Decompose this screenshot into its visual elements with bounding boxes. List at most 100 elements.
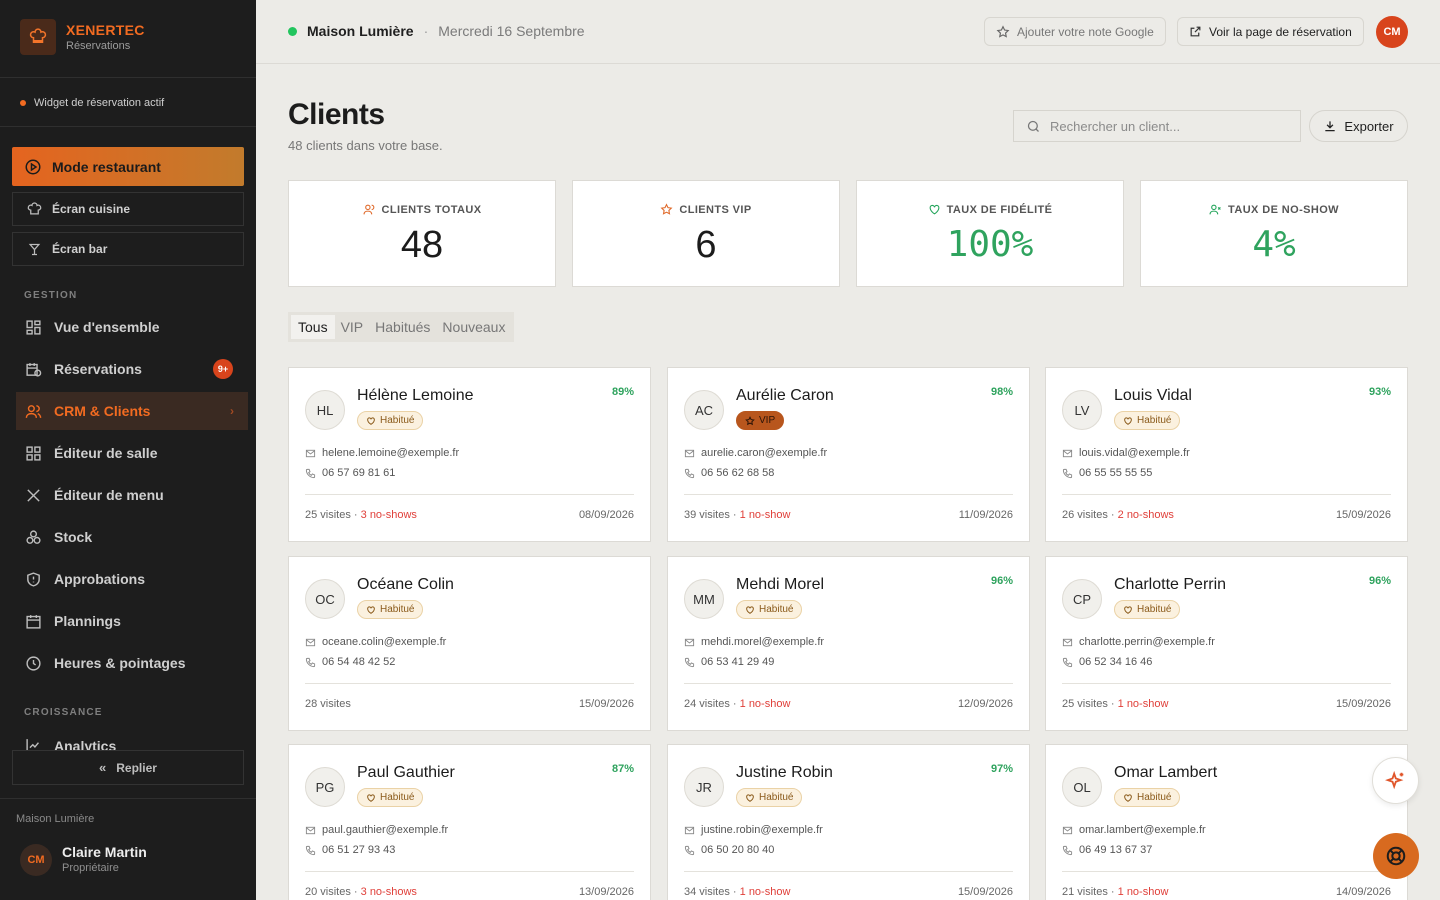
phone-icon	[1062, 468, 1073, 479]
client-email[interactable]: paul.gauthier@exemple.fr	[305, 824, 448, 836]
ecran-cuisine-button[interactable]: Écran cuisine	[12, 192, 244, 226]
client-card[interactable]: HL Hélène Lemoine 89% Habitué helene.lemoine…	[288, 367, 651, 542]
sidebar-item-editeur-salle[interactable]: Éditeur de salle	[16, 434, 248, 472]
replier-button[interactable]: « Replier	[12, 750, 244, 785]
client-phone[interactable]: 06 55 55 55 55	[1062, 467, 1152, 479]
client-phone[interactable]: 06 50 20 80 40	[684, 844, 774, 856]
topbar: Maison Lumière Mercredi 16 Septembre Ajo…	[256, 0, 1440, 64]
page-subtitle: 48 clients dans votre base.	[288, 138, 443, 153]
client-card[interactable]: LV Louis Vidal 93% Habitué louis.vidal@exemp…	[1045, 367, 1408, 542]
booking-page-label: Voir la page de réservation	[1209, 24, 1352, 39]
shield-icon	[24, 570, 42, 588]
visit-summary: 34 visites · 1 no-show	[684, 886, 791, 898]
avatar: CM	[20, 843, 52, 876]
sidebar-item-plannings[interactable]: Plannings	[16, 602, 248, 640]
search-icon	[1026, 119, 1041, 134]
client-name: Justine Robin	[736, 764, 833, 781]
replier-label: Replier	[116, 760, 157, 775]
client-email[interactable]: mehdi.morel@exemple.fr	[684, 636, 824, 648]
client-card[interactable]: PG Paul Gauthier 87% Habitué paul.gauthier@e…	[288, 744, 651, 900]
client-phone[interactable]: 06 51 27 93 43	[305, 844, 395, 856]
heart-icon	[366, 605, 376, 615]
divider	[1062, 871, 1391, 872]
client-phone[interactable]: 06 53 41 29 49	[684, 656, 774, 668]
client-phone[interactable]: 06 52 34 16 46	[1062, 656, 1152, 668]
avatar[interactable]: CM	[1376, 16, 1408, 48]
client-email[interactable]: charlotte.perrin@exemple.fr	[1062, 636, 1215, 648]
ecran-bar-button[interactable]: Écran bar	[12, 232, 244, 266]
loyalty-percent: 96%	[1368, 575, 1391, 587]
client-card[interactable]: OLOmar Lambert9Habituéomar.lambert@exemp…	[1045, 744, 1408, 900]
sidebar-item-editeur-menu[interactable]: Éditeur de menu	[16, 476, 248, 514]
tab-nouveaux[interactable]: Nouveaux	[436, 315, 511, 339]
google-review-button[interactable]: Ajouter votre note Google	[984, 17, 1166, 46]
status-badge: Habitué	[357, 600, 424, 619]
client-email[interactable]: louis.vidal@exemple.fr	[1062, 447, 1190, 459]
ai-assistant-button[interactable]	[1372, 757, 1419, 804]
mail-icon	[1062, 448, 1073, 459]
client-email[interactable]: omar.lambert@exemple.fr	[1062, 824, 1206, 836]
stat-label: TAUX DE NO-SHOW	[1228, 203, 1339, 216]
external-link-icon	[1189, 25, 1202, 38]
client-email[interactable]: oceane.colin@exemple.fr	[305, 636, 446, 648]
client-email[interactable]: justine.robin@exemple.fr	[684, 824, 823, 836]
sidebar-item-reservations[interactable]: Réservations 9+	[16, 350, 248, 388]
tab-tous[interactable]: Tous	[291, 315, 335, 339]
user-x-icon	[1209, 203, 1222, 216]
last-visit-date: 14/09/2026	[1335, 886, 1391, 898]
sidebar-item-crm-clients[interactable]: CRM & Clients ›	[16, 392, 248, 430]
phone-icon	[1062, 845, 1073, 856]
client-phone[interactable]: 06 49 13 67 37	[1062, 844, 1152, 856]
sidebar-item-vue-ensemble[interactable]: Vue d'ensemble	[16, 308, 248, 346]
mail-icon	[305, 448, 316, 459]
loyalty-percent: 98%	[990, 386, 1013, 398]
sidebar-item-approbations[interactable]: Approbations	[16, 560, 248, 598]
client-card[interactable]: CP Charlotte Perrin 96% Habitué charlotte.pe…	[1045, 556, 1408, 731]
client-card[interactable]: OC Océane Colin Habitué oceane.colin@exempl…	[288, 556, 651, 731]
tab-habitues[interactable]: Habitués	[369, 315, 436, 339]
search-input[interactable]: Rechercher un client...	[1013, 110, 1301, 142]
phone-icon	[684, 468, 695, 479]
cocktail-icon	[27, 242, 42, 257]
mail-icon	[305, 637, 316, 648]
client-phone[interactable]: 06 56 62 68 58	[684, 467, 774, 479]
email-text: oceane.colin@exemple.fr	[322, 636, 447, 648]
status-badge-label: Habitué	[380, 792, 415, 803]
reservations-count-badge: 9+	[213, 359, 233, 379]
client-email[interactable]: helene.lemoine@exemple.fr	[305, 447, 459, 459]
booking-page-button[interactable]: Voir la page de réservation	[1177, 17, 1364, 46]
client-card[interactable]: AC Aurélie Caron 98% VIP aurelie.caron@exemp…	[667, 367, 1030, 542]
phone-icon	[684, 845, 695, 856]
loyalty-percent: 97%	[990, 763, 1013, 775]
no-show-count: 1 no-show	[1117, 886, 1169, 898]
status-badge-label: Habitué	[759, 792, 794, 803]
client-phone[interactable]: 06 54 48 42 52	[305, 656, 395, 668]
no-show-count: 1 no-show	[739, 509, 791, 521]
star-icon	[996, 24, 1010, 39]
client-card[interactable]: JR Justine Robin 97% Habitué justine.robin@e…	[667, 744, 1030, 900]
tab-vip[interactable]: VIP	[335, 315, 370, 339]
client-phone[interactable]: 06 57 69 81 61	[305, 467, 395, 479]
export-button[interactable]: Exporter	[1309, 110, 1408, 142]
help-button[interactable]	[1373, 833, 1419, 879]
export-label: Exporter	[1344, 118, 1394, 134]
status-badge: Habitué	[736, 600, 803, 619]
user-profile[interactable]: CM Claire Martin Propriétaire	[20, 843, 147, 876]
mode-restaurant-button[interactable]: Mode restaurant	[12, 147, 244, 186]
client-email[interactable]: aurelie.caron@exemple.fr	[684, 447, 827, 459]
divider	[684, 683, 1013, 684]
ecran-bar-label: Écran bar	[52, 242, 108, 256]
users-icon	[24, 402, 42, 420]
brand[interactable]: XENERTEC Réservations	[20, 19, 145, 55]
visit-summary: 24 visites · 1 no-show	[684, 698, 791, 710]
sidebar-item-heures-pointages[interactable]: Heures & pointages	[16, 644, 248, 682]
client-name: Charlotte Perrin	[1114, 576, 1227, 593]
mode-restaurant-label: Mode restaurant	[52, 158, 161, 175]
client-card[interactable]: MM Mehdi Morel 96% Habitué mehdi.morel@exemp…	[667, 556, 1030, 731]
sidebar-item-label: Éditeur de salle	[54, 445, 158, 461]
sidebar-item-stock[interactable]: Stock	[16, 518, 248, 556]
visit-summary: 25 visites · 3 no-shows	[305, 509, 417, 521]
stat-label: CLIENTS TOTAUX	[381, 203, 482, 216]
no-show-count: 3 no-shows	[360, 509, 417, 521]
status-dot-icon	[20, 100, 26, 106]
